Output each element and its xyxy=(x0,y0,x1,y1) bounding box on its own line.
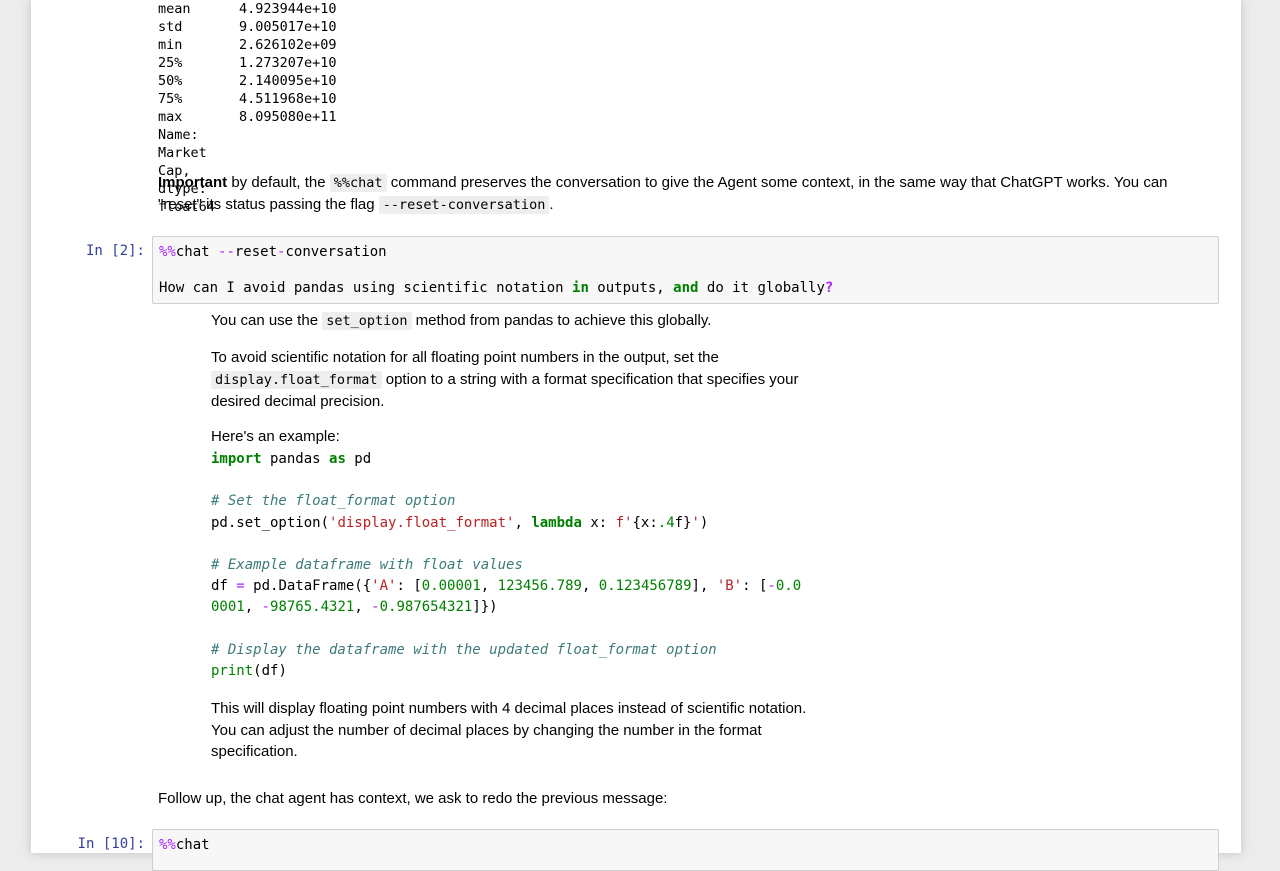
answer-paragraph: To avoid scientific notation for all flo… xyxy=(211,349,799,410)
stat-key: 75% xyxy=(158,91,183,107)
inline-code: %%chat xyxy=(329,174,387,192)
cell-prompt: In [10]: xyxy=(77,836,145,852)
cell-prompt: In [2]: xyxy=(85,243,145,259)
code-cell-input[interactable]: %%chat xyxy=(152,829,1219,871)
stat-value: 4.923944e+10 xyxy=(239,1,337,17)
stat-key: min xyxy=(158,37,183,53)
markdown-note: Important by default, the %%chat command… xyxy=(158,174,1168,214)
followup-text: Follow up, the chat agent has context, w… xyxy=(158,790,668,807)
answer-paragraph: This will display floating point numbers… xyxy=(211,700,807,760)
stat-value: 9.005017e+10 xyxy=(239,19,337,35)
code-line: How can I avoid pandas using scientific … xyxy=(159,280,834,296)
chat-answer: You can use the set_option method from p… xyxy=(211,312,712,330)
note-bold: Important xyxy=(158,174,228,191)
stat-value: 4.511968e+10 xyxy=(239,91,337,107)
code-line: %%chat --reset-conversation xyxy=(159,244,387,260)
stat-key: max xyxy=(158,109,183,125)
notebook-page: mean 4.923944e+10 std 9.005017e+10 min 2… xyxy=(31,0,1241,871)
code-cell-input[interactable]: %%chat --reset-conversation How can I av… xyxy=(152,236,1219,304)
inline-code: display.float_format xyxy=(211,370,382,389)
stat-key: 25% xyxy=(158,55,183,71)
stat-key: mean xyxy=(158,1,191,17)
stat-value: 1.273207e+10 xyxy=(239,55,337,71)
stat-value: 2.140095e+10 xyxy=(239,73,337,89)
stat-value: 2.626102e+09 xyxy=(239,37,337,53)
answer-code-block: import pandas as pd # Set the float_form… xyxy=(211,451,802,680)
inline-code: --reset-conversation xyxy=(378,196,550,214)
stat-key: std xyxy=(158,19,183,35)
stat-value: 8.095080e+11 xyxy=(239,109,337,125)
answer-paragraph: Here's an example: xyxy=(211,428,340,445)
inline-code: set_option xyxy=(322,312,412,330)
stat-key: 50% xyxy=(158,73,183,89)
code-line: %%chat xyxy=(159,837,210,853)
